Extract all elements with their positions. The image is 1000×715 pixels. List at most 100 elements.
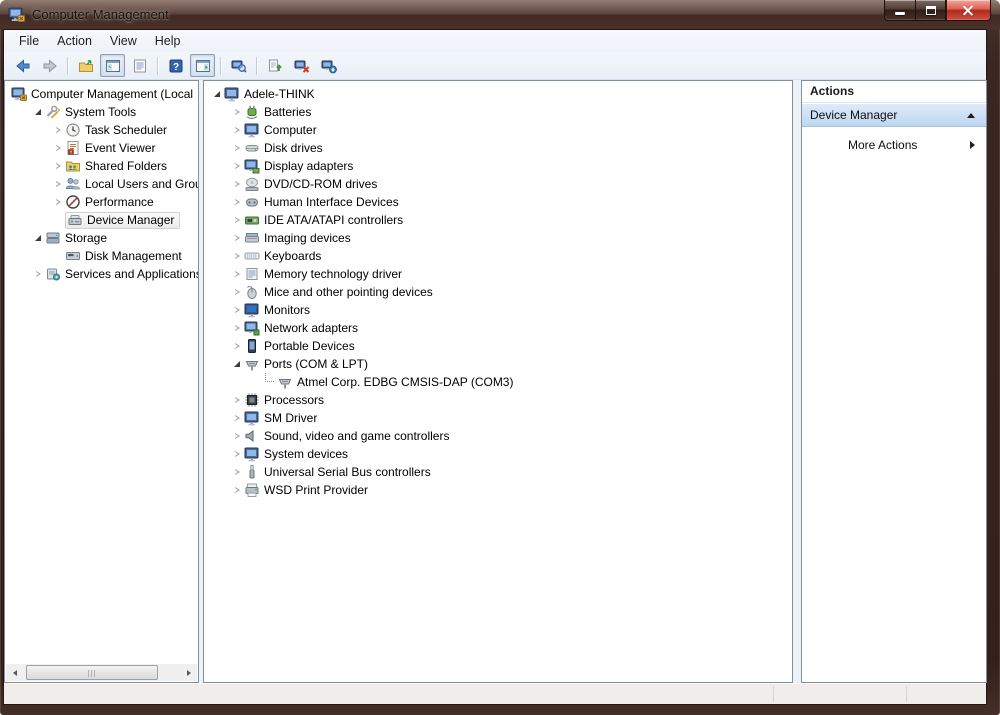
expander-collapsed-icon[interactable] xyxy=(230,199,244,205)
refresh-button[interactable] xyxy=(226,54,251,77)
expander-collapsed-icon[interactable] xyxy=(230,127,244,133)
expander-collapsed-icon[interactable] xyxy=(230,397,244,403)
tree-item-mice-and-other-pointing-devices[interactable]: Mice and other pointing devices xyxy=(204,283,792,301)
expander-expanded-icon[interactable] xyxy=(31,109,45,115)
tree-item-shared-folders[interactable]: Shared Folders xyxy=(5,157,198,175)
tree-item-label: Monitors xyxy=(264,302,314,318)
menu-action[interactable]: Action xyxy=(48,32,101,50)
expander-collapsed-icon[interactable] xyxy=(230,451,244,457)
expander-collapsed-icon[interactable] xyxy=(31,271,45,277)
tree-item-wsd-print-provider[interactable]: WSD Print Provider xyxy=(204,481,792,499)
expander-collapsed-icon[interactable] xyxy=(230,307,244,313)
collapse-group-icon[interactable] xyxy=(967,113,975,118)
tree-item-label: Computer xyxy=(264,122,321,138)
back-button[interactable] xyxy=(10,54,35,77)
tree-item-batteries[interactable]: Batteries xyxy=(204,103,792,121)
tree-connector xyxy=(265,373,274,382)
horizontal-scrollbar[interactable] xyxy=(6,664,197,681)
tree-item-sm-driver[interactable]: SM Driver xyxy=(204,409,792,427)
tree-item-dvd-cd-rom-drives[interactable]: DVD/CD-ROM drives xyxy=(204,175,792,193)
help-button[interactable] xyxy=(163,54,188,77)
tree-item-task-scheduler[interactable]: Task Scheduler xyxy=(5,121,198,139)
tree-item-imaging-devices[interactable]: Imaging devices xyxy=(204,229,792,247)
uninstall-device-button[interactable] xyxy=(289,54,314,77)
expander-collapsed-icon[interactable] xyxy=(51,127,65,133)
computer-management-window: Computer Management FileActionViewHelp C… xyxy=(0,0,1000,715)
menu-file[interactable]: File xyxy=(10,32,48,50)
title-bar[interactable]: Computer Management xyxy=(0,0,1000,29)
export-list-button[interactable] xyxy=(127,54,152,77)
forward-button[interactable] xyxy=(37,54,62,77)
tree-item-system-tools[interactable]: System Tools xyxy=(5,103,198,121)
expander-collapsed-icon[interactable] xyxy=(230,217,244,223)
more-actions-item[interactable]: More Actions xyxy=(802,135,986,155)
expander-collapsed-icon[interactable] xyxy=(230,469,244,475)
show-console-tree-button[interactable] xyxy=(100,54,125,77)
folder-button[interactable] xyxy=(73,54,98,77)
expander-collapsed-icon[interactable] xyxy=(230,289,244,295)
expander-expanded-icon[interactable] xyxy=(210,91,224,97)
expander-collapsed-icon[interactable] xyxy=(230,253,244,259)
tree-item-label: WSD Print Provider xyxy=(264,482,372,498)
tree-item-adele-think[interactable]: Adele-THINK xyxy=(204,85,792,103)
tree-item-sound-video-and-game-controllers[interactable]: Sound, video and game controllers xyxy=(204,427,792,445)
tree-item-performance[interactable]: Performance xyxy=(5,193,198,211)
tree-item-ide-ata-atapi-controllers[interactable]: IDE ATA/ATAPI controllers xyxy=(204,211,792,229)
tree-item-network-adapters[interactable]: Network adapters xyxy=(204,319,792,337)
tree-item-services-and-applications[interactable]: Services and Applications xyxy=(5,265,198,283)
scroll-right-button[interactable] xyxy=(180,664,197,681)
tree-item-portable-devices[interactable]: Portable Devices xyxy=(204,337,792,355)
tree-item-atmel-corp-edbg-cmsis-dap-com3[interactable]: Atmel Corp. EDBG CMSIS-DAP (COM3) xyxy=(204,373,792,391)
tree-item-computer-management-local[interactable]: Computer Management (Local xyxy=(5,85,198,103)
show-action-pane-button[interactable] xyxy=(190,54,215,77)
close-button[interactable] xyxy=(946,0,991,21)
tree-item-storage[interactable]: Storage xyxy=(5,229,198,247)
imaging-device-icon xyxy=(244,230,260,246)
menu-view[interactable]: View xyxy=(101,32,146,50)
expander-collapsed-icon[interactable] xyxy=(230,235,244,241)
tree-item-disk-drives[interactable]: Disk drives xyxy=(204,139,792,157)
tree-item-device-manager[interactable]: Device Manager xyxy=(5,211,198,229)
tree-item-keyboards[interactable]: Keyboards xyxy=(204,247,792,265)
expander-collapsed-icon[interactable] xyxy=(230,181,244,187)
expander-expanded-icon[interactable] xyxy=(230,361,244,367)
minimize-button[interactable] xyxy=(884,0,915,21)
expander-collapsed-icon[interactable] xyxy=(51,145,65,151)
tree-item-disk-management[interactable]: Disk Management xyxy=(5,247,198,265)
restore-button[interactable] xyxy=(915,0,946,21)
expander-collapsed-icon[interactable] xyxy=(51,199,65,205)
tree-item-memory-technology-driver[interactable]: Memory technology driver xyxy=(204,265,792,283)
expander-collapsed-icon[interactable] xyxy=(51,163,65,169)
expander-collapsed-icon[interactable] xyxy=(230,343,244,349)
expander-collapsed-icon[interactable] xyxy=(230,163,244,169)
tree-item-display-adapters[interactable]: Display adapters xyxy=(204,157,792,175)
tree-item-human-interface-devices[interactable]: Human Interface Devices xyxy=(204,193,792,211)
actions-group-device-manager[interactable]: Device Manager xyxy=(802,103,986,127)
expander-collapsed-icon[interactable] xyxy=(230,145,244,151)
tree-item-ports-com-lpt[interactable]: Ports (COM & LPT) xyxy=(204,355,792,373)
scrollbar-thumb[interactable] xyxy=(26,665,158,680)
window-title: Computer Management xyxy=(32,7,169,22)
tree-item-system-devices[interactable]: System devices xyxy=(204,445,792,463)
scroll-left-button[interactable] xyxy=(6,664,23,681)
tree-item-computer[interactable]: Computer xyxy=(204,121,792,139)
help-icon xyxy=(168,58,184,74)
computer-icon xyxy=(244,446,260,462)
tree-item-event-viewer[interactable]: Event Viewer xyxy=(5,139,198,157)
expander-collapsed-icon[interactable] xyxy=(230,415,244,421)
tree-item-monitors[interactable]: Monitors xyxy=(204,301,792,319)
expander-collapsed-icon[interactable] xyxy=(51,181,65,187)
tree-item-universal-serial-bus-controllers[interactable]: Universal Serial Bus controllers xyxy=(204,463,792,481)
expander-collapsed-icon[interactable] xyxy=(230,487,244,493)
tree-item-local-users-and-groups[interactable]: Local Users and Groups xyxy=(5,175,198,193)
tree-item-processors[interactable]: Processors xyxy=(204,391,792,409)
expander-collapsed-icon[interactable] xyxy=(230,271,244,277)
expander-collapsed-icon[interactable] xyxy=(230,433,244,439)
menu-help[interactable]: Help xyxy=(146,32,190,50)
update-driver-button[interactable] xyxy=(262,54,287,77)
scan-hardware-changes-button[interactable] xyxy=(316,54,341,77)
expander-collapsed-icon[interactable] xyxy=(230,109,244,115)
scan-icon xyxy=(231,58,247,74)
expander-collapsed-icon[interactable] xyxy=(230,325,244,331)
expander-expanded-icon[interactable] xyxy=(31,235,45,241)
